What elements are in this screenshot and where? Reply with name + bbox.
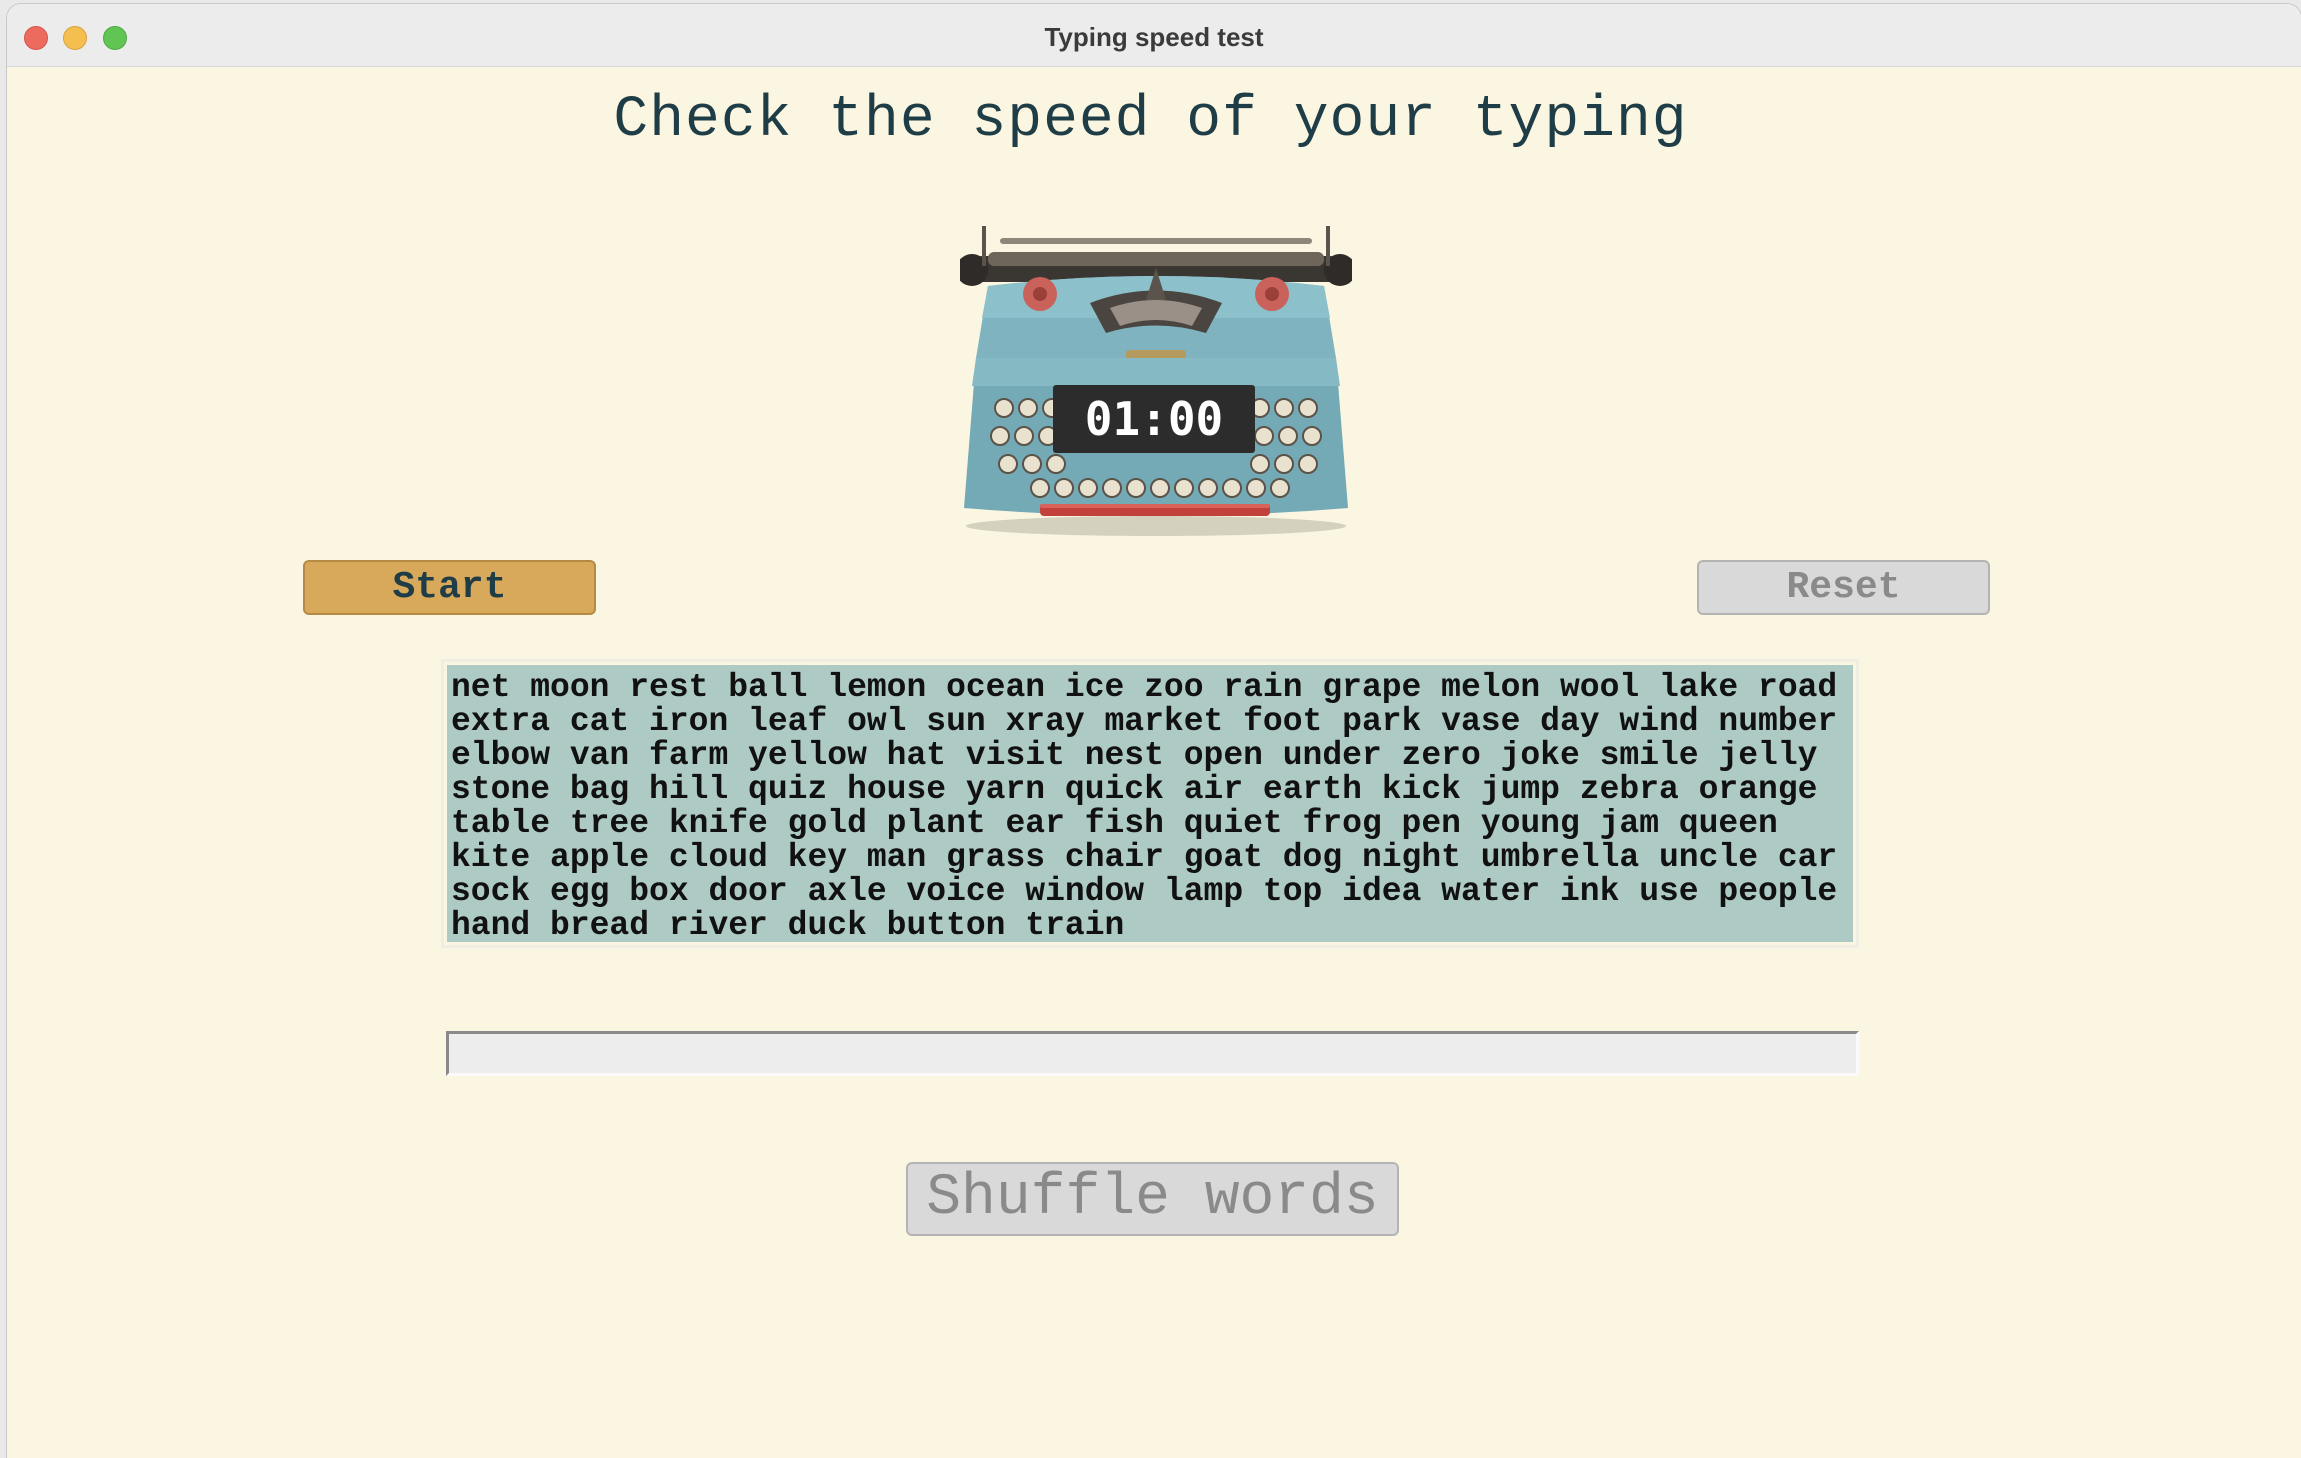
- page-heading: Check the speed of your typing: [613, 88, 1688, 153]
- start-button[interactable]: Start: [303, 560, 596, 615]
- typing-input[interactable]: [446, 1031, 1859, 1076]
- word-list-text: net moon rest ball lemon ocean ice zoo r…: [447, 665, 1853, 942]
- typewriter-image: [960, 226, 1352, 536]
- word-list-panel: net moon rest ball lemon ocean ice zoo r…: [441, 659, 1859, 948]
- window-title: Typing speed test: [1044, 22, 1264, 52]
- countdown-timer: 01:00: [1053, 385, 1255, 453]
- reset-button[interactable]: Reset: [1697, 560, 1990, 615]
- shuffle-words-button[interactable]: Shuffle words: [906, 1162, 1399, 1236]
- title-bar: Typing speed test: [7, 4, 2301, 67]
